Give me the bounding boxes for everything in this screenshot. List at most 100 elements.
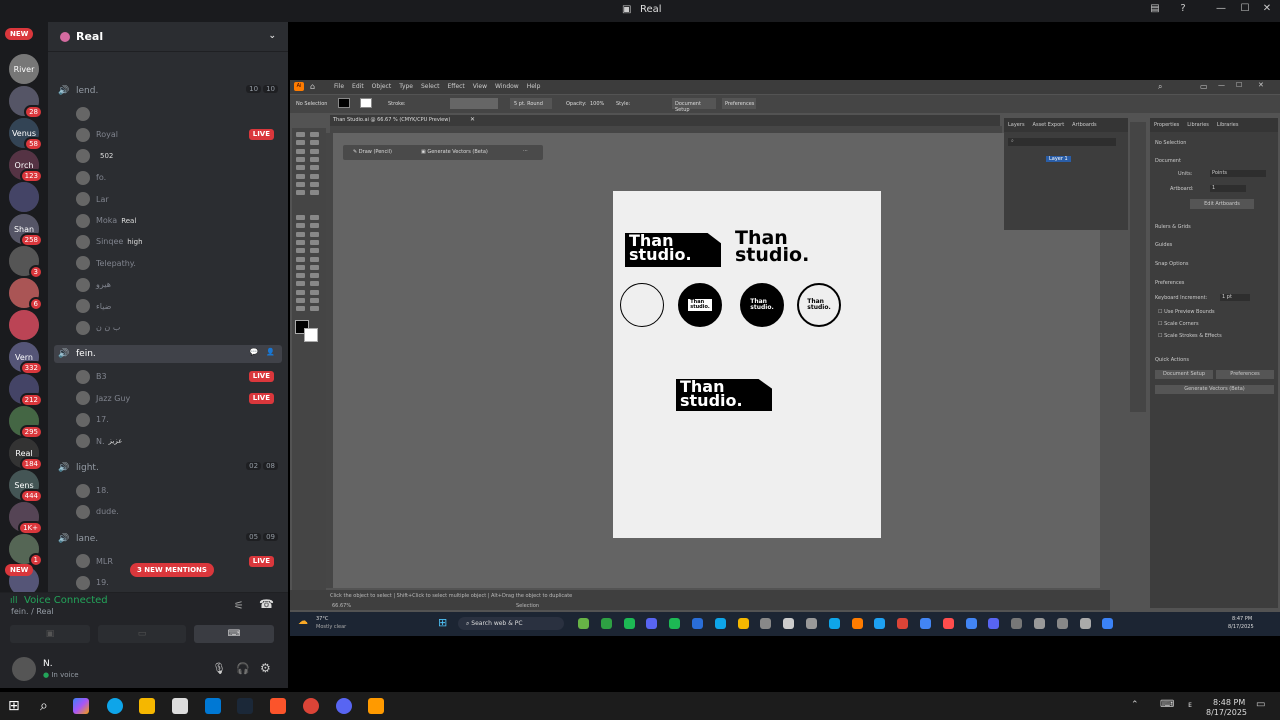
maximize-button[interactable]: ☐ [1236,3,1254,19]
inner-app-icon[interactable] [600,618,612,629]
voice-user[interactable]: 18. [76,481,282,500]
properties-panel-tab[interactable]: Libraries [1187,122,1209,128]
voice-user[interactable]: ب ن ن [76,318,282,337]
properties-panel-tab[interactable]: Properties [1154,122,1179,128]
quick-preferences-button[interactable]: Preferences [1216,370,1274,379]
tool-icon[interactable] [310,281,319,287]
inner-search-box[interactable]: ⌕ Search web & PC [458,617,564,630]
store-icon[interactable] [172,698,188,714]
inner-app-icon[interactable] [783,618,795,629]
tab-close-icon[interactable]: ✕ [470,116,475,123]
menu-item[interactable]: Select [421,83,440,90]
tool-icon[interactable] [310,156,319,162]
voice-user[interactable]: هيرو [76,275,282,294]
home-icon[interactable]: ⌂ [310,82,315,91]
settings-gear-icon[interactable]: ⚙ [260,661,271,675]
inner-app-icon[interactable] [692,618,703,629]
tool-icon[interactable] [296,173,305,179]
inner-app-icon[interactable] [897,618,909,629]
server-icon-button[interactable]: 28 [9,86,43,119]
new-unreads-pill-bottom[interactable]: NEW [5,564,34,576]
inner-app-icon[interactable] [942,618,954,629]
inner-app-icon[interactable] [646,618,658,629]
server-icon-button[interactable]: Sens 444 [9,470,43,503]
voice-channel[interactable]: 🔊 light. 02 08 [54,459,282,477]
logo-filled-2[interactable]: Than studio. [676,379,772,411]
voice-user[interactable]: Moka Real [76,211,282,230]
tool-icon[interactable] [296,165,305,171]
server-icon-button[interactable]: 1 [9,534,43,567]
logo-circle-black-1[interactable]: Than studio. [678,283,722,327]
properties-panel-tab[interactable]: Libraries [1217,122,1239,128]
avatar[interactable] [12,657,36,681]
inner-app-icon[interactable] [737,618,749,629]
tool-icon[interactable] [310,165,319,171]
microphone-icon[interactable]: 🎙 [212,662,226,675]
chrome-icon[interactable] [303,698,319,714]
close-button[interactable]: ✕ [1258,3,1276,19]
tool-icon[interactable] [296,248,305,254]
tool-icon[interactable] [296,256,305,262]
menu-item[interactable]: Help [527,83,541,90]
server-icon-button[interactable]: River [9,54,39,84]
logo-outline[interactable]: Than studio. [735,229,809,265]
menu-item[interactable]: Window [495,83,519,90]
logo-circle-empty[interactable] [620,283,664,327]
menu-item[interactable]: File [334,83,344,90]
voice-user[interactable]: Telepathy. [76,254,282,273]
quick-document-setup-button[interactable]: Document Setup [1155,370,1213,379]
inner-app-icon[interactable] [669,618,681,629]
draw-pencil-button[interactable]: ✎ Draw (Pencil) [353,149,392,155]
tool-icon[interactable] [296,132,305,137]
voice-user[interactable]: Royal LIVE [76,125,282,144]
keyboard-icon[interactable]: ⌨ [1160,699,1174,710]
search-taskbar-icon[interactable]: ⌕ [40,698,56,714]
scale-strokes-checkbox[interactable]: ☐ Scale Strokes & Effects [1158,333,1222,339]
voice-user[interactable] [76,104,282,123]
inner-app-icon[interactable] [851,618,863,629]
windows-start-icon[interactable]: ⊞ [8,698,24,714]
menu-item[interactable]: Effect [448,83,465,90]
tool-icon[interactable] [296,273,305,279]
server-icon-button[interactable]: Shan 258 [9,214,43,247]
tool-icon[interactable] [310,248,319,254]
inner-app-icon[interactable] [578,618,589,629]
workspace-icon[interactable]: ▭ [1200,82,1208,91]
inner-app-icon[interactable] [1056,618,1068,629]
tool-icon[interactable] [310,140,319,146]
tool-icon[interactable] [310,215,319,220]
new-mentions-pill[interactable]: 3 NEW MENTIONS [130,563,214,577]
ai-maximize-button[interactable]: ☐ [1236,81,1242,89]
edit-artboards-button[interactable]: Edit Artboards [1190,199,1254,209]
tool-icon[interactable] [296,181,305,187]
tool-icon[interactable] [296,148,305,154]
voice-user[interactable]: Jazz Guy LIVE [76,389,282,408]
server-icon-button[interactable]: 1K+ [9,502,43,535]
chevron-down-icon[interactable]: ⌄ [268,31,276,41]
generate-vectors-button[interactable]: ▣ Generate Vectors (Beta) [421,149,488,155]
menu-item[interactable]: Edit [352,83,364,90]
chat-icon[interactable]: 💬 [247,348,262,356]
stroke-swatch[interactable] [360,98,372,108]
server-icon-button[interactable]: Real 184 [9,438,43,471]
server-icon-button[interactable]: 3 [9,246,43,279]
voice-user[interactable]: ضياء [76,297,282,316]
voice-channel[interactable]: 🔊 lane. 05 09 [54,530,282,548]
tool-icon[interactable] [310,273,319,279]
help-icon[interactable]: ? [1174,3,1192,19]
server-icon-button[interactable]: Orch 123 [9,150,43,183]
activity-button[interactable]: ⌨ [194,625,274,643]
document-setup-button[interactable]: Document Setup [672,98,716,113]
tool-icon[interactable] [310,298,319,303]
inner-app-icon[interactable] [714,618,726,629]
artboard[interactable]: Than studio. Than studio. Than studio. Th… [613,191,881,538]
inner-app-icon[interactable] [988,618,1000,629]
inbox-icon[interactable]: ▤ [1146,3,1164,19]
inner-app-icon[interactable] [1034,618,1045,629]
menu-item[interactable]: Type [399,83,413,90]
edge-icon[interactable] [107,698,123,714]
tool-icon[interactable] [310,264,319,270]
ai-minimize-button[interactable]: — [1218,81,1225,89]
discord-icon[interactable] [336,698,352,714]
menu-item[interactable]: View [473,83,487,90]
